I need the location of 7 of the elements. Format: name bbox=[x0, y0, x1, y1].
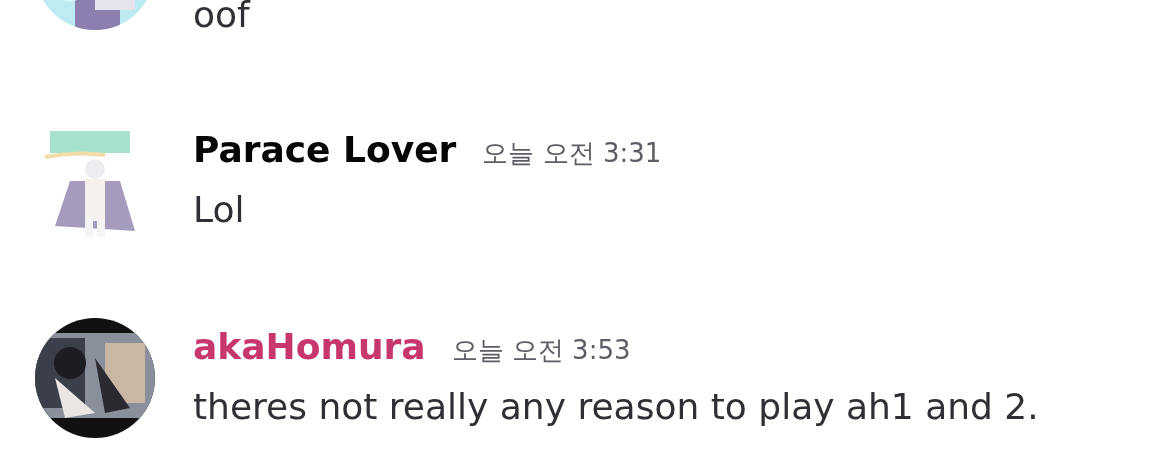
message-text: oof bbox=[193, 0, 252, 37]
timestamp: 오늘 오전 3:31 bbox=[482, 137, 662, 170]
timestamp: 오늘 오전 3:53 bbox=[451, 334, 631, 367]
author-name[interactable]: akaHomura bbox=[193, 318, 426, 376]
author-name[interactable]: Parace Lover bbox=[193, 121, 457, 179]
message-text: Lol bbox=[193, 188, 246, 232]
message-text: theres not really any reason to play ah1 and 2. bbox=[193, 385, 1040, 429]
